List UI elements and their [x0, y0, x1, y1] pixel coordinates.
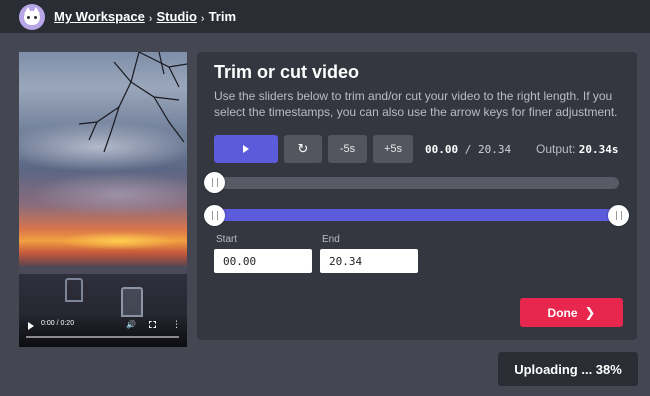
- breadcrumb-workspace[interactable]: My Workspace: [54, 9, 145, 24]
- playhead-handle[interactable]: [204, 172, 225, 193]
- play-button[interactable]: [214, 135, 278, 163]
- more-options-icon[interactable]: ⋮: [172, 319, 181, 330]
- end-time-input[interactable]: [320, 249, 418, 273]
- beach-chair: [65, 278, 83, 302]
- output-value: 20.34s: [578, 143, 619, 156]
- current-time: 00.00: [425, 143, 459, 156]
- tree-branches: [78, 52, 187, 153]
- playhead-slider-track[interactable]: [214, 177, 619, 189]
- time-separator: /: [458, 143, 478, 156]
- breadcrumb-separator: ›: [148, 12, 153, 25]
- play-icon: [243, 145, 249, 153]
- breadcrumb: My Workspace › Studio › Trim: [54, 9, 237, 25]
- breadcrumb-current: Trim: [208, 9, 237, 24]
- volume-icon[interactable]: 🔊: [126, 320, 136, 329]
- panel-title: Trim or cut video: [214, 62, 360, 82]
- minus-5s-button[interactable]: -5s: [328, 135, 367, 163]
- video-progress-track[interactable]: [26, 336, 179, 338]
- time-readout: 00.00 / 20.34: [425, 143, 511, 156]
- video-time: 0:00 / 0:20: [41, 320, 75, 327]
- reset-icon: ↻: [297, 141, 309, 156]
- top-bar: My Workspace › Studio › Trim: [0, 0, 650, 33]
- workspace-avatar[interactable]: [19, 3, 45, 30]
- upload-status: Uploading ... 38%: [498, 352, 638, 386]
- trim-end-handle[interactable]: [608, 205, 629, 226]
- reset-button[interactable]: ↻: [284, 135, 322, 163]
- chevron-right-icon: ❯: [584, 304, 596, 320]
- plus-5s-button[interactable]: +5s: [373, 135, 413, 163]
- trim-panel: Trim or cut video Use the sliders below …: [197, 52, 637, 340]
- breadcrumb-studio[interactable]: Studio: [156, 9, 196, 24]
- output-label: Output:: [536, 142, 579, 156]
- trim-start-handle[interactable]: [204, 205, 225, 226]
- video-controls: 0:00 / 0:20 🔊 ⋮: [19, 314, 187, 347]
- done-label: Done: [547, 305, 578, 320]
- total-time: 20.34: [478, 143, 512, 156]
- start-label: Start: [216, 234, 238, 245]
- video-preview[interactable]: 0:00 / 0:20 🔊 ⋮: [19, 52, 187, 347]
- beach-chair: [121, 287, 143, 317]
- play-icon[interactable]: [28, 322, 34, 330]
- panel-description: Use the sliders below to trim and/or cut…: [214, 89, 618, 119]
- breadcrumb-separator: ›: [200, 12, 205, 25]
- start-time-input[interactable]: [214, 249, 312, 273]
- fullscreen-icon[interactable]: [149, 321, 156, 328]
- trim-range-track[interactable]: [214, 209, 619, 221]
- output-duration: Output: 20.34s: [536, 142, 618, 156]
- end-label: End: [322, 234, 340, 245]
- done-button[interactable]: Done ❯: [520, 298, 623, 327]
